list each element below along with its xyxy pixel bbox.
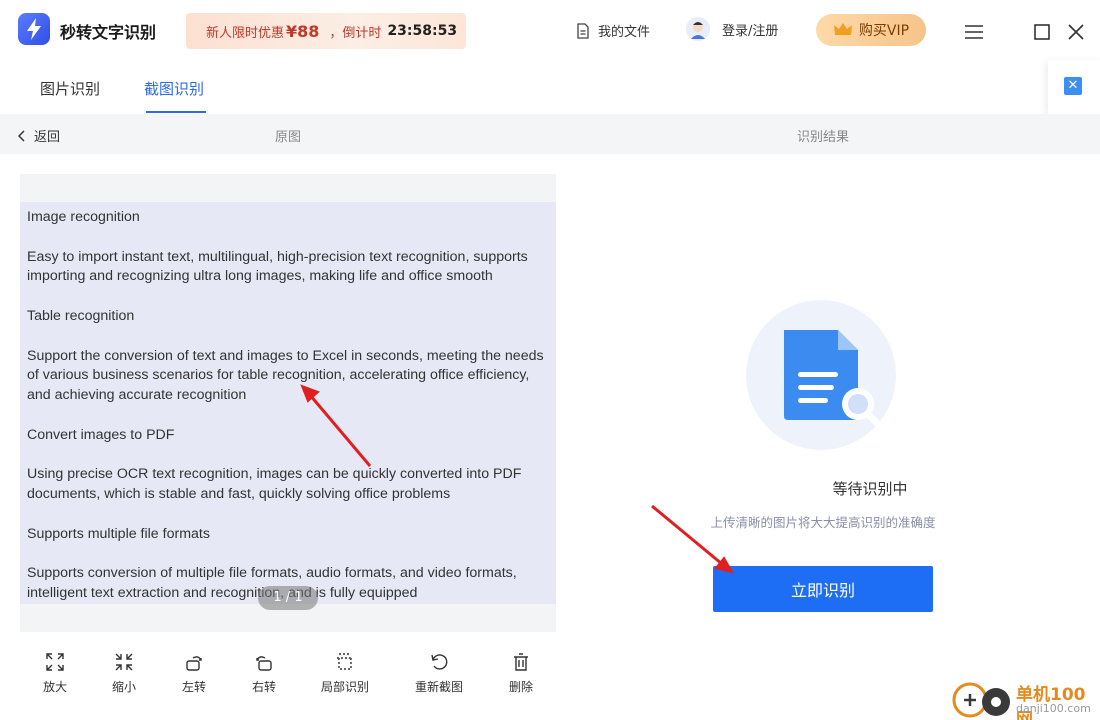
active-tab-indicator — [146, 111, 206, 113]
my-files-label: 我的文件 — [598, 25, 651, 40]
zoom-out-button[interactable]: 缩小 — [94, 648, 154, 695]
preview-text: Table recognition — [27, 307, 135, 324]
app-logo-icon — [18, 13, 50, 45]
app-name: 秒转文字识别 — [60, 23, 157, 42]
tab-image-recognition[interactable]: 图片识别 — [40, 78, 100, 99]
rotate-right-label: 右转 — [251, 680, 276, 694]
original-column-label: 原图 — [275, 130, 302, 145]
rotate-left-button[interactable]: 左转 — [164, 648, 224, 695]
status-hint: 上传清晰的图片将大大提高识别的准确度 — [710, 515, 936, 530]
refresh-icon — [431, 654, 448, 670]
tab-screenshot-recognition[interactable]: 截图识别 — [144, 78, 204, 99]
recapture-button[interactable]: 重新截图 — [409, 648, 469, 695]
promo-banner[interactable]: 新人限时优惠 ¥88 ，倒计时 23:58:53 — [186, 13, 466, 49]
promo-prefix: 新人限时优惠 — [206, 25, 285, 41]
recognize-now-button[interactable]: 立即识别 — [713, 566, 933, 612]
file-icon — [577, 22, 589, 39]
image-toolbar: 放大 缩小 左转 右转 局部识别 重新截图 删除 — [20, 648, 556, 708]
screenshot-image: Image recognition Easy to import instant… — [20, 202, 556, 604]
delete-button[interactable]: 删除 — [491, 648, 551, 695]
avatar — [686, 17, 710, 41]
zoom-in-button[interactable]: 放大 — [25, 648, 85, 695]
delete-label: 删除 — [508, 680, 533, 694]
watermark-url: danji100.com — [1016, 702, 1091, 715]
original-image-preview: Image recognition Easy to import instant… — [20, 174, 556, 632]
app-window: 秒转文字识别 新人限时优惠 ¥88 ，倒计时 23:58:53 我的文件 登录/… — [0, 0, 1100, 720]
rotate-left-icon — [186, 656, 202, 671]
preview-text: Supports multiple file formats — [27, 525, 210, 542]
close-icon[interactable]: ✕ — [1064, 77, 1082, 95]
preview-text: Convert images to PDF — [27, 426, 175, 443]
preview-text: Support the conversion of text and image… — [27, 347, 544, 404]
trash-icon — [514, 653, 528, 671]
preview-text: Image recognition — [27, 209, 140, 225]
sub-header: 返回 原图 识别结果 — [0, 114, 1100, 154]
crop-area-icon — [337, 653, 353, 670]
login-label: 登录/注册 — [722, 23, 779, 39]
buy-vip-label: 购买VIP — [858, 23, 910, 39]
partial-recognition-button[interactable]: 局部识别 — [315, 648, 375, 695]
status-title-row: 等待识别中 — [0, 478, 1100, 499]
back-label: 返回 — [34, 130, 61, 145]
page-indicator: 1 / 1 — [258, 586, 318, 610]
status-title: 等待识别中 — [832, 480, 908, 498]
rotate-right-icon — [256, 656, 272, 671]
rotate-left-label: 左转 — [181, 680, 206, 694]
my-files-link[interactable]: 我的文件 — [576, 21, 650, 40]
zoom-in-label: 放大 — [42, 680, 67, 694]
crown-icon — [833, 23, 852, 35]
side-close-panel[interactable]: ✕ — [1048, 60, 1100, 114]
promo-countdown-label: ，倒计时 — [329, 25, 382, 41]
zoom-out-label: 缩小 — [111, 680, 136, 694]
watermark-logo-icon — [952, 682, 1010, 718]
site-watermark: 单机100网 danji100.com — [950, 678, 1100, 720]
buy-vip-button[interactable]: 购买VIP — [816, 14, 926, 46]
partial-recognition-label: 局部识别 — [320, 680, 369, 694]
recapture-label: 重新截图 — [414, 680, 463, 694]
expand-icon — [46, 653, 64, 671]
rotate-right-button[interactable]: 右转 — [234, 648, 294, 695]
chevron-left-icon — [18, 129, 25, 142]
result-column-label: 识别结果 — [797, 130, 850, 145]
back-button[interactable]: 返回 — [18, 126, 60, 145]
promo-price: ¥88 — [286, 21, 320, 41]
compress-icon — [115, 653, 133, 671]
preview-text: Easy to import instant text, multilingua… — [27, 248, 528, 285]
title-bar: 秒转文字识别 新人限时优惠 ¥88 ，倒计时 23:58:53 我的文件 登录/… — [0, 0, 1100, 62]
maximize-icon[interactable] — [1032, 22, 1052, 42]
close-icon[interactable] — [1066, 22, 1086, 42]
menu-icon[interactable] — [964, 22, 984, 42]
promo-countdown: 23:58:53 — [387, 23, 458, 39]
mode-tabs: 图片识别 截图识别 — [0, 62, 1100, 114]
document-search-illustration — [746, 300, 896, 450]
login-link[interactable]: 登录/注册 — [686, 17, 778, 41]
